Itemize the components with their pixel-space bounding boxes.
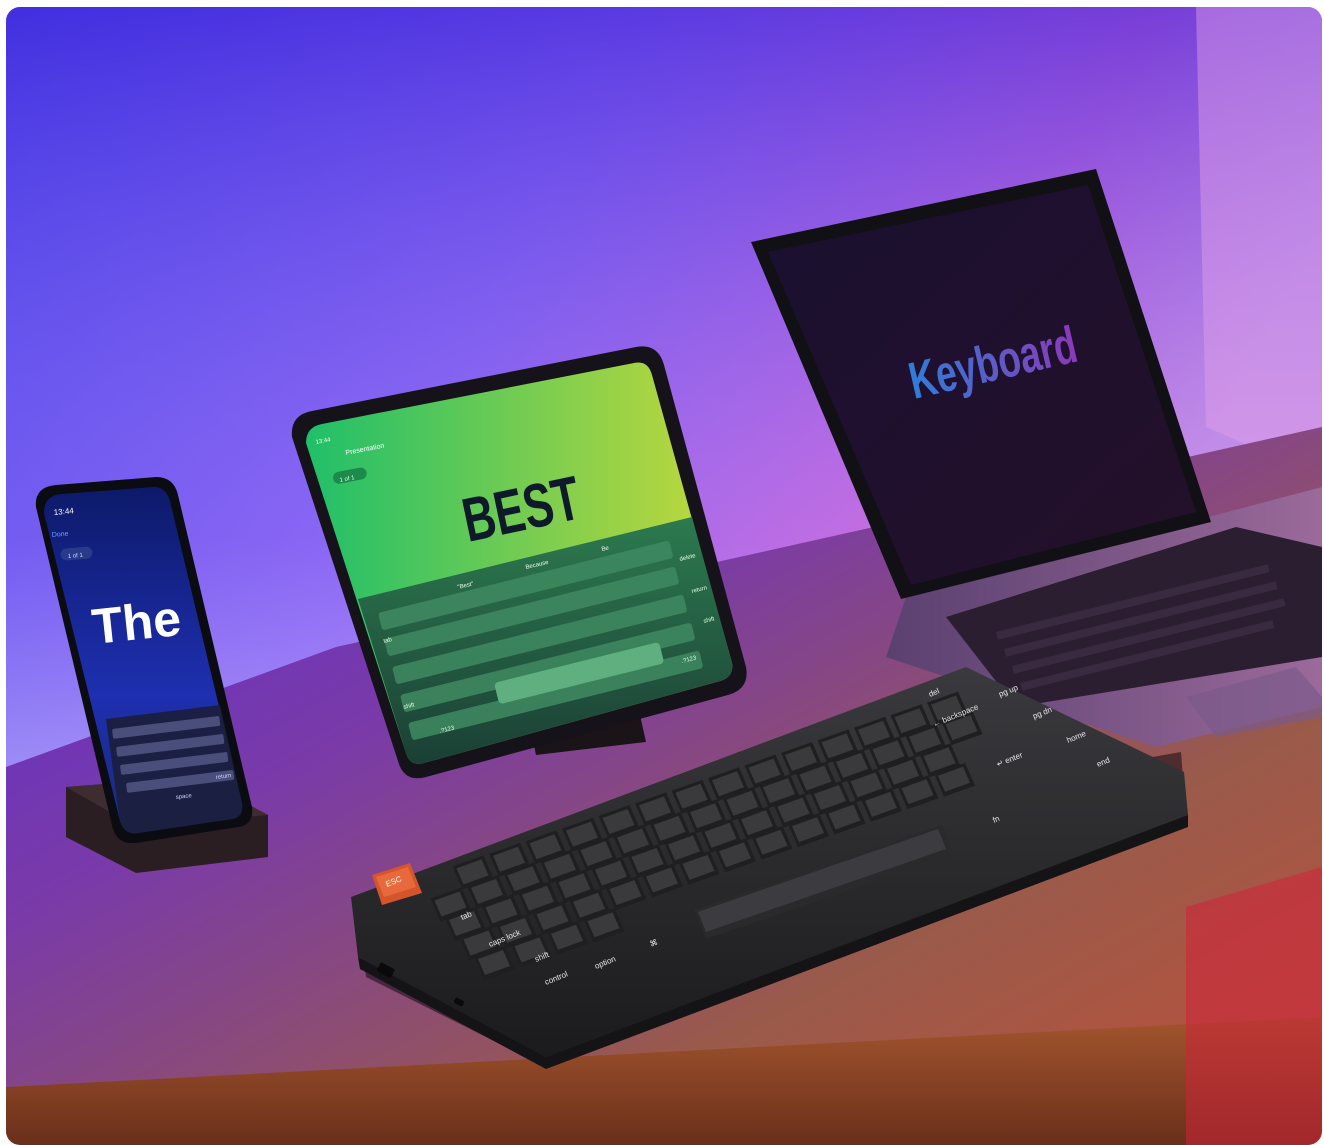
product-photo: Keyboard 13:44 Done 1 of 1 The space ret… — [6, 7, 1322, 1145]
phone-time: 13:44 — [53, 506, 74, 517]
phone-done-button[interactable]: Done — [52, 531, 69, 539]
phone-screen-text: The — [89, 590, 183, 655]
desk-right-glow — [1186, 867, 1322, 1145]
wall-corner-shade — [1196, 7, 1322, 477]
